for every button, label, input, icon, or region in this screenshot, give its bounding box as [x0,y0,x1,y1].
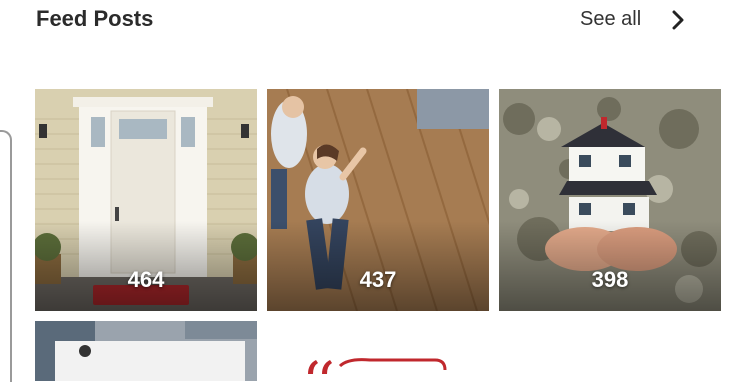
post-image-partial [35,321,257,381]
quote-mark-icon [308,358,447,374]
chevron-right-icon [672,10,684,29]
tile-shade [35,221,257,311]
feed-post-tile[interactable]: 464 [35,89,257,311]
tile-shade [267,221,489,311]
see-all-label: See all [580,8,642,30]
see-all-link[interactable]: See all [580,8,685,31]
page-title: Feed Posts [36,6,154,31]
tile-shade [499,221,721,311]
feed-post-tile[interactable]: 437 [267,89,489,311]
post-count: 464 [127,267,165,292]
post-count: 398 [591,267,629,292]
post-count: 437 [359,267,397,292]
side-panel-edge [0,130,12,382]
feed-post-tile[interactable] [35,321,257,381]
feed-post-tile[interactable]: 398 [499,89,721,311]
